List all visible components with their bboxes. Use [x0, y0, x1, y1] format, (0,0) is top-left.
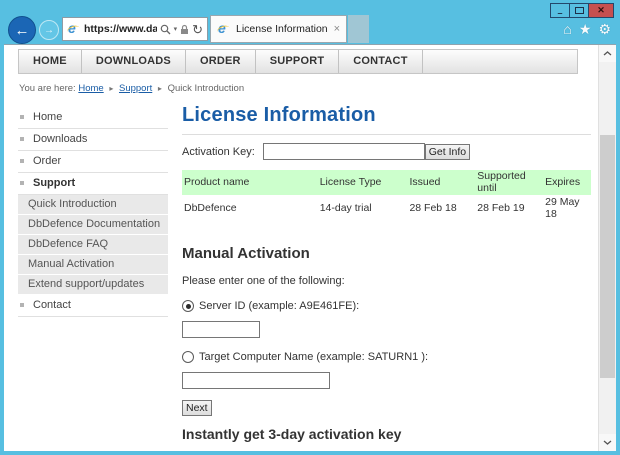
sidebar-item-label: Downloads — [33, 133, 87, 145]
new-tab-button[interactable] — [348, 15, 369, 43]
bullet-icon — [20, 303, 24, 307]
sidebar-subitem-dbdefence-faq[interactable]: DbDefence FAQ — [18, 235, 168, 254]
bullet-icon — [20, 137, 24, 141]
tab-ie-icon: e — [217, 22, 231, 36]
search-dropdown-icon[interactable]: ▾ — [174, 25, 178, 33]
cell-supported-until: 28 Feb 19 — [475, 195, 543, 221]
breadcrumb-prefix: You are here: — [19, 83, 76, 94]
bullet-icon — [20, 181, 24, 185]
scroll-up-button[interactable] — [599, 45, 616, 62]
chevron-down-icon — [603, 440, 612, 445]
sidebar: Home Downloads Order Support Quick Int — [18, 107, 168, 451]
col-expires: Expires — [543, 170, 591, 195]
menu-item-support[interactable]: SUPPORT — [256, 50, 340, 73]
main-content: License Information Activation Key: Get … — [182, 107, 599, 451]
sidebar-subitem-quick-introduction[interactable]: Quick Introduction — [18, 195, 168, 214]
manual-activation-title: Manual Activation — [182, 245, 591, 262]
target-computer-label: Target Computer Name (example: SATURN1 )… — [199, 351, 428, 363]
back-arrow-icon: ← — [15, 22, 30, 39]
target-computer-input[interactable] — [182, 372, 330, 389]
cell-issued: 28 Feb 18 — [407, 195, 475, 221]
bullet-icon — [20, 159, 24, 163]
menu-item-contact[interactable]: CONTACT — [339, 50, 422, 73]
favorites-star-icon[interactable]: ★ — [579, 22, 592, 36]
scrollbar-thumb[interactable] — [600, 135, 615, 378]
target-computer-option: Target Computer Name (example: SATURN1 )… — [182, 351, 591, 363]
home-icon[interactable]: ⌂ — [563, 22, 571, 36]
sidebar-item-label: Order — [33, 155, 61, 167]
server-id-label: Server ID (example: A9E461FE): — [199, 300, 359, 312]
ie-logo-icon: e — [67, 22, 81, 36]
col-issued: Issued — [407, 170, 475, 195]
search-icon[interactable] — [160, 24, 171, 35]
cell-product-name: DbDefence — [182, 195, 318, 221]
page-title: License Information — [182, 104, 591, 127]
refresh-icon[interactable]: ↻ — [192, 23, 203, 36]
site-menubar: HOME DOWNLOADS ORDER SUPPORT CONTACT — [18, 49, 578, 74]
address-bar[interactable]: e https://www.databa... ▾ ↻ — [62, 17, 208, 41]
scroll-down-button[interactable] — [599, 434, 616, 451]
sidebar-item-label: Support — [33, 177, 75, 189]
get-info-button[interactable]: Get Info — [425, 144, 470, 160]
sidebar-subitem-extend-support[interactable]: Extend support/updates — [18, 275, 168, 294]
settings-gear-icon[interactable]: ⚙ — [598, 22, 611, 36]
sidebar-item-order[interactable]: Order — [18, 151, 168, 173]
menu-item-order[interactable]: ORDER — [186, 50, 256, 73]
col-product-name: Product name — [182, 170, 318, 195]
activation-key-row: Activation Key: Get Info — [182, 143, 591, 160]
browser-actions: ⌂ ★ ⚙ — [563, 22, 611, 36]
tab-title: License Information — [236, 23, 329, 35]
lock-icon — [180, 24, 189, 35]
activation-key-input[interactable] — [263, 143, 425, 160]
target-computer-radio[interactable] — [182, 351, 194, 363]
browser-toolbar: ← → e https://www.databa... ▾ ↻ e Licens… — [0, 0, 620, 44]
manual-instruction: Please enter one of the following: — [182, 275, 591, 287]
sidebar-item-downloads[interactable]: Downloads — [18, 129, 168, 151]
sidebar-subitem-manual-activation[interactable]: Manual Activation — [18, 255, 168, 274]
breadcrumb-separator-icon: ▸ — [109, 84, 113, 93]
sidebar-item-label: Contact — [33, 299, 71, 311]
bullet-icon — [20, 115, 24, 119]
breadcrumb-current: Quick Introduction — [168, 83, 245, 94]
sidebar-subitem-dbdefence-documentation[interactable]: DbDefence Documentation — [18, 215, 168, 234]
breadcrumb-link-support[interactable]: Support — [119, 83, 152, 94]
col-license-type: License Type — [318, 170, 408, 195]
sidebar-item-support[interactable]: Support — [18, 173, 168, 195]
chevron-up-icon — [603, 51, 612, 56]
license-table-header-row: Product name License Type Issued Support… — [182, 170, 591, 195]
page: HOME DOWNLOADS ORDER SUPPORT CONTACT You… — [4, 45, 599, 451]
forward-arrow-icon: → — [44, 25, 54, 36]
sidebar-item-label: Home — [33, 111, 62, 123]
browser-window: – ✕ ← → e https://www.databa... ▾ ↻ e Li… — [0, 0, 620, 455]
instant-key-title: Instantly get 3-day activation key — [182, 426, 591, 442]
breadcrumb: You are here: Home ▸ Support ▸ Quick Int… — [19, 83, 599, 94]
breadcrumb-link-home[interactable]: Home — [78, 83, 103, 94]
breadcrumb-separator-icon: ▸ — [158, 84, 162, 93]
browser-tab[interactable]: e License Information × — [210, 15, 347, 43]
license-table: Product name License Type Issued Support… — [182, 170, 591, 221]
sidebar-item-contact[interactable]: Contact — [18, 295, 168, 317]
next-button[interactable]: Next — [182, 400, 212, 416]
server-id-radio[interactable] — [182, 300, 194, 312]
url-text[interactable]: https://www.databa... — [84, 23, 157, 35]
license-table-row: DbDefence 14-day trial 28 Feb 18 28 Feb … — [182, 195, 591, 221]
col-supported-until: Supported until — [475, 170, 543, 195]
menu-item-home[interactable]: HOME — [19, 50, 82, 73]
server-id-input[interactable] — [182, 321, 260, 338]
cell-expires: 29 May 18 — [543, 195, 591, 221]
content-frame: HOME DOWNLOADS ORDER SUPPORT CONTACT You… — [4, 44, 616, 451]
sidebar-item-home[interactable]: Home — [18, 107, 168, 129]
activation-key-label: Activation Key: — [182, 146, 255, 158]
divider — [182, 134, 591, 135]
back-button[interactable]: ← — [8, 16, 36, 44]
server-id-option: Server ID (example: A9E461FE): — [182, 300, 591, 312]
cell-license-type: 14-day trial — [318, 195, 408, 221]
tab-close-icon[interactable]: × — [334, 24, 340, 35]
forward-button[interactable]: → — [39, 20, 59, 40]
page-scrollbar[interactable] — [598, 45, 616, 451]
menu-item-downloads[interactable]: DOWNLOADS — [82, 50, 186, 73]
